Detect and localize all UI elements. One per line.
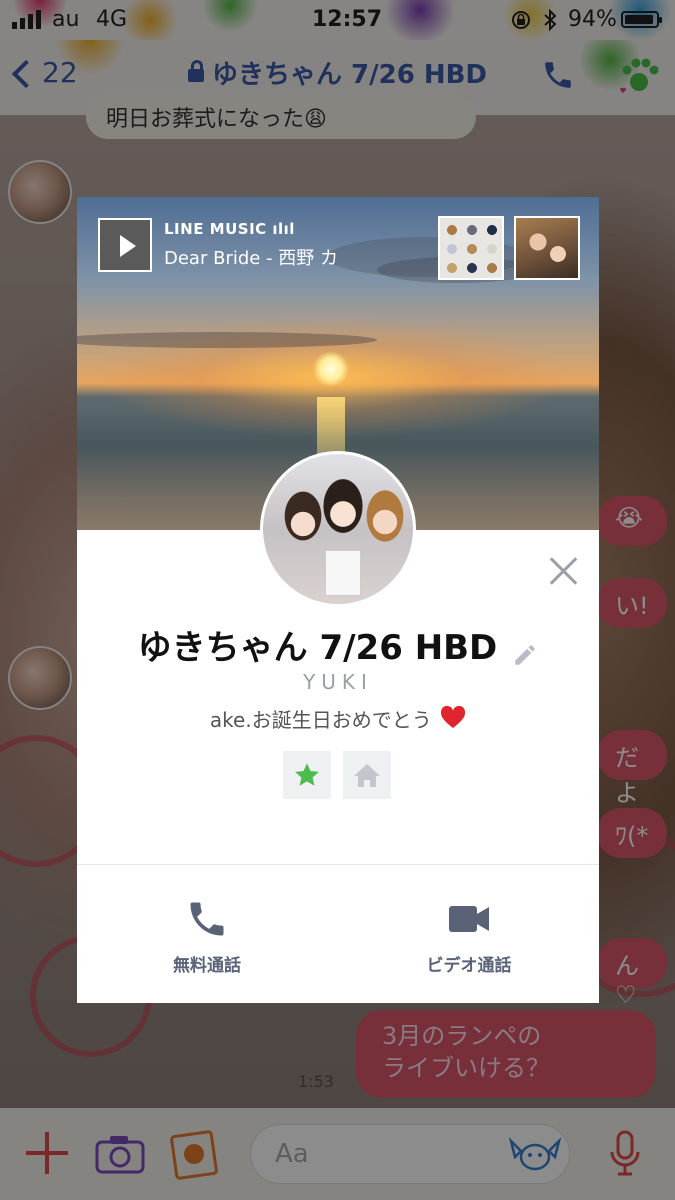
video-camera-icon bbox=[449, 906, 489, 932]
home-button[interactable] bbox=[343, 751, 391, 799]
star-icon bbox=[295, 763, 319, 786]
profile-quick-buttons bbox=[283, 751, 391, 799]
photo-thumbnail[interactable] bbox=[438, 216, 504, 280]
video-call-button[interactable]: ビデオ通話 bbox=[369, 897, 569, 976]
status-message-text: ake.お誕生日おめでとう bbox=[209, 708, 432, 732]
profile-avatar[interactable] bbox=[260, 451, 416, 607]
play-icon[interactable] bbox=[98, 218, 152, 272]
divider bbox=[77, 864, 599, 865]
photo-thumbnails bbox=[438, 216, 580, 280]
profile-popup: LINE MUSIC ılıl Dear Bride - 西野 カ ゆきちゃん … bbox=[77, 197, 599, 1003]
profile-id: YUKI bbox=[303, 670, 373, 694]
photo-thumbnail[interactable] bbox=[514, 216, 580, 280]
home-icon bbox=[354, 764, 380, 787]
status-message: ake.お誕生日おめでとう bbox=[77, 704, 599, 733]
music-widget[interactable]: LINE MUSIC ılıl Dear Bride - 西野 カ bbox=[98, 218, 338, 272]
phone-icon bbox=[190, 902, 224, 936]
favorite-button[interactable] bbox=[283, 751, 331, 799]
music-service-label: LINE MUSIC ılıl bbox=[164, 220, 295, 238]
pencil-icon[interactable] bbox=[512, 642, 538, 668]
free-call-button[interactable]: 無料通話 bbox=[107, 897, 307, 976]
profile-name: ゆきちゃん 7/26 HBD bbox=[137, 628, 498, 668]
music-song-title: Dear Bride - 西野 カ bbox=[164, 248, 338, 269]
close-button[interactable] bbox=[549, 557, 577, 585]
avatar-prop bbox=[325, 550, 361, 596]
heart-icon bbox=[441, 706, 466, 728]
video-call-label: ビデオ通話 bbox=[426, 956, 512, 976]
free-call-label: 無料通話 bbox=[173, 956, 241, 976]
profile-name-row: ゆきちゃん 7/26 HBD bbox=[77, 620, 599, 669]
